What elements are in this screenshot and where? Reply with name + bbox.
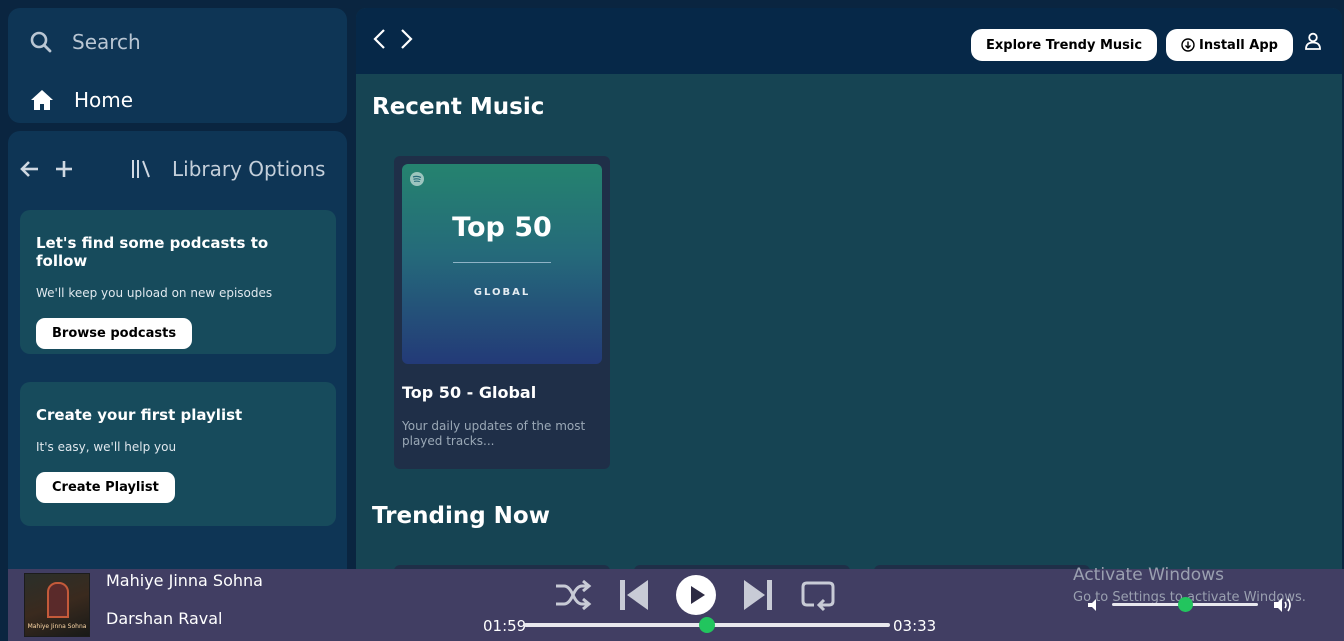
library-header: Library Options: [20, 151, 335, 187]
user-icon[interactable]: [1304, 32, 1322, 50]
app-window: Search Home Library Options Let's find s…: [0, 0, 1344, 641]
nav-card: Search Home: [8, 8, 347, 123]
main-content: Explore Trendy Music Install App Recent …: [356, 8, 1342, 571]
playlist-card[interactable]: Top 50 GLOBAL Top 50 - Global Your daily…: [394, 156, 610, 469]
repeat-icon[interactable]: [800, 577, 836, 613]
album-art: Mahiye Jinna Sohna: [24, 573, 90, 637]
explore-label: Explore Trendy Music: [986, 37, 1143, 53]
artist-name: Darshan Raval: [106, 609, 223, 628]
search-label: Search: [72, 30, 141, 54]
cover-subtitle: GLOBAL: [473, 287, 531, 298]
spotify-icon: [410, 172, 424, 186]
card-title: Top 50 - Global: [402, 383, 537, 402]
volume-handle[interactable]: [1178, 597, 1193, 612]
next-track-icon[interactable]: [742, 577, 774, 613]
install-app-button[interactable]: Install App: [1166, 29, 1293, 61]
plus-icon[interactable]: [54, 159, 74, 179]
cover-title: Top 50: [452, 212, 552, 243]
volume-high-icon[interactable]: [1272, 596, 1296, 614]
library-icon[interactable]: [130, 158, 152, 180]
total-duration: 03:33: [893, 617, 937, 635]
search-icon: [30, 31, 52, 53]
chevron-left-icon[interactable]: [372, 27, 388, 51]
activate-windows-title: Activate Windows: [1073, 565, 1224, 585]
promo-text: It's easy, we'll help you: [36, 440, 177, 454]
playlist-promo: Create your first playlist It's easy, we…: [20, 382, 336, 526]
trending-now-heading: Trending Now: [372, 503, 550, 529]
arrow-left-icon[interactable]: [20, 159, 40, 179]
volume-low-icon[interactable]: [1086, 597, 1102, 613]
seek-bar[interactable]: [524, 617, 890, 633]
promo-text: We'll keep you upload on new episodes: [36, 286, 273, 300]
browse-podcasts-button[interactable]: Browse podcasts: [36, 318, 193, 349]
library-options-label[interactable]: Library Options: [172, 157, 325, 181]
cover-divider: [453, 262, 551, 263]
promo-title: Create your first playlist: [36, 406, 243, 424]
promo-title: Let's find some podcasts to follow: [36, 234, 269, 270]
home-nav-item[interactable]: Home: [30, 88, 133, 112]
previous-track-icon[interactable]: [618, 577, 650, 613]
search-nav-item[interactable]: Search: [30, 30, 141, 54]
create-playlist-button[interactable]: Create Playlist: [36, 472, 175, 503]
elapsed-time: 01:59: [483, 617, 527, 635]
card-description: Your daily updates of the most played tr…: [402, 419, 586, 448]
top-bar: Explore Trendy Music Install App: [356, 8, 1342, 74]
podcast-promo: Let's find some podcasts to follow We'll…: [20, 210, 336, 354]
home-icon: [31, 90, 53, 110]
home-label: Home: [74, 88, 134, 112]
volume-slider[interactable]: [1112, 597, 1258, 612]
install-label: Install App: [1199, 37, 1278, 53]
player-bar: Mahiye Jinna Sohna Mahiye Jinna Sohna Da…: [8, 565, 1344, 641]
shuffle-icon[interactable]: [554, 577, 592, 613]
library-panel: Library Options Let's find some podcasts…: [8, 131, 347, 571]
recent-music-heading: Recent Music: [372, 94, 545, 120]
album-art-door: [47, 582, 69, 618]
seek-handle[interactable]: [699, 617, 715, 633]
album-caption: Mahiye Jinna Sohna: [27, 623, 87, 630]
playlist-cover: Top 50 GLOBAL: [402, 164, 602, 364]
history-nav: [372, 27, 414, 51]
play-button[interactable]: [676, 575, 716, 615]
chevron-right-icon[interactable]: [398, 27, 414, 51]
song-title: Mahiye Jinna Sohna: [106, 571, 263, 590]
explore-trendy-music-button[interactable]: Explore Trendy Music: [971, 29, 1158, 61]
download-icon: [1181, 38, 1195, 52]
